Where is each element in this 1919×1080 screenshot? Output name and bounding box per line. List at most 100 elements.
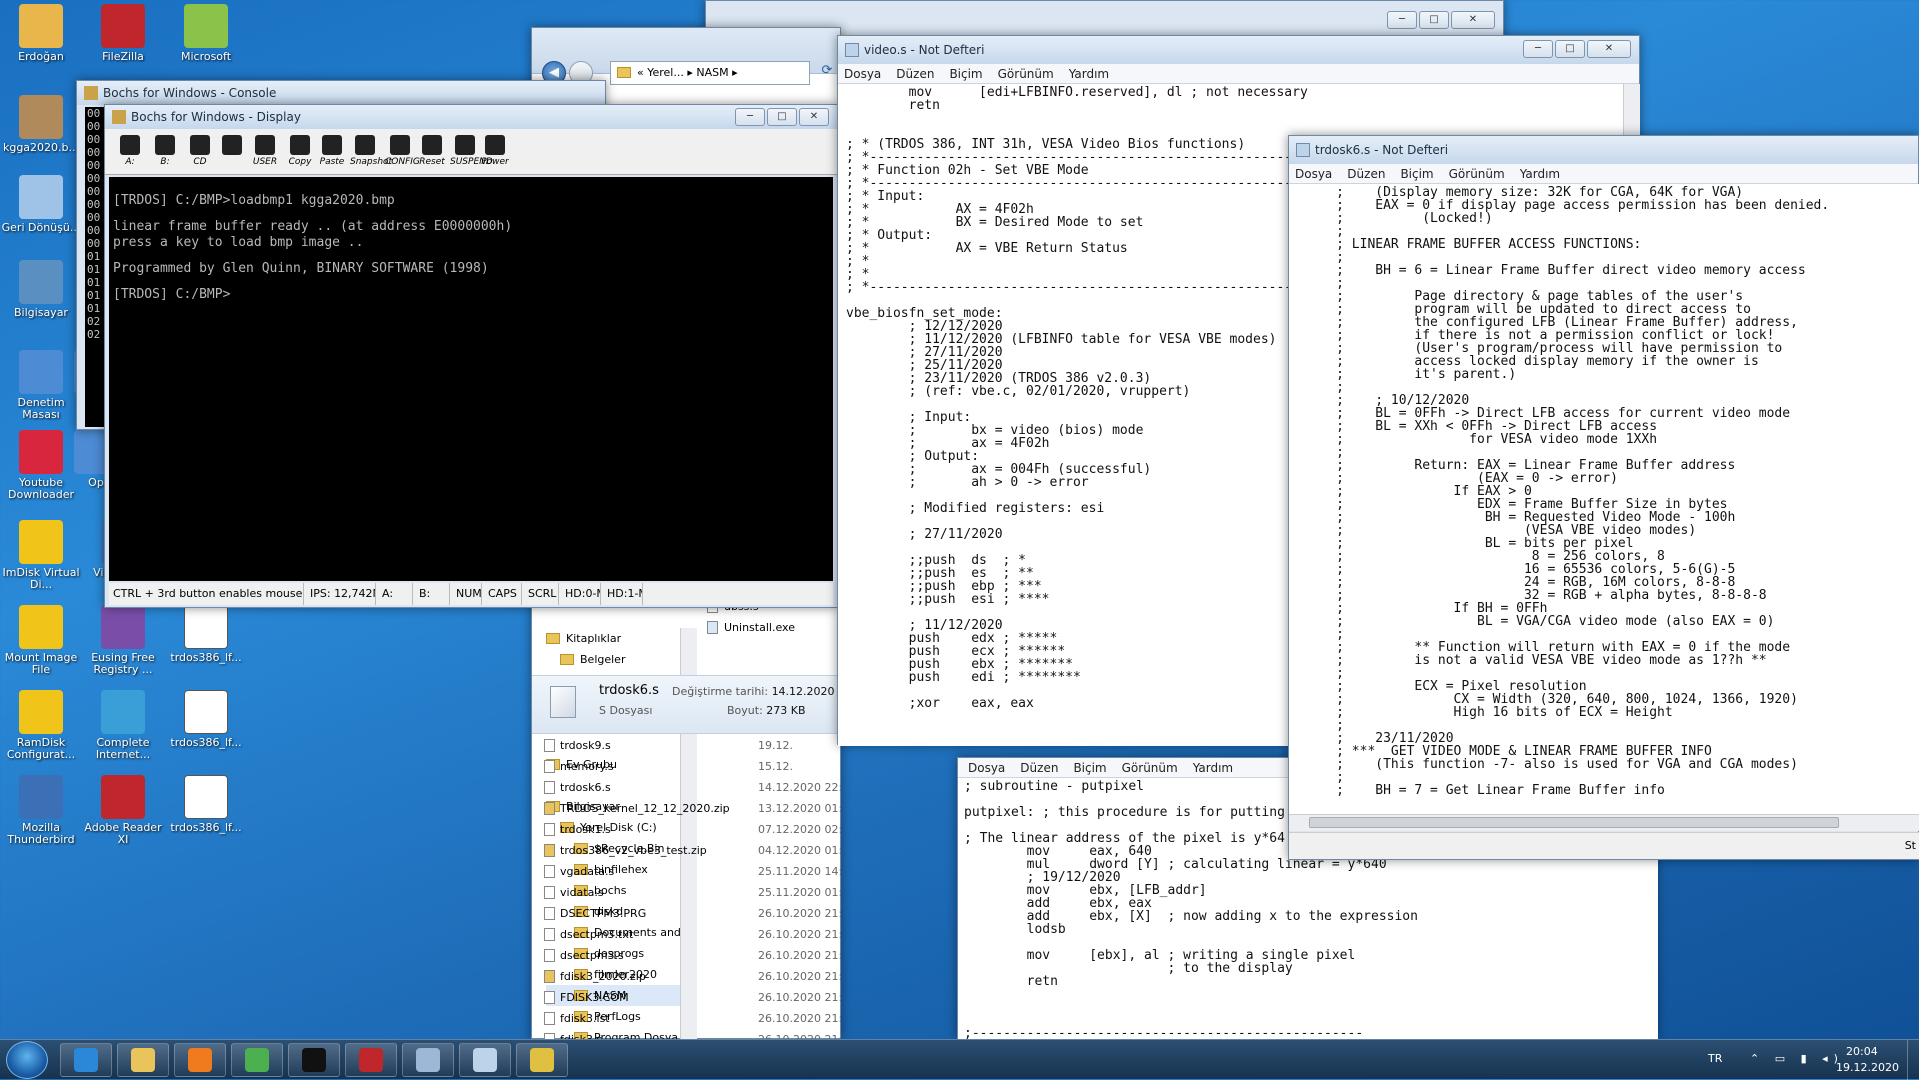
- toolbar-button[interactable]: Reset: [417, 133, 447, 171]
- menu-item[interactable]: Düzen: [896, 67, 934, 81]
- toolbar-button[interactable]: CONFIG: [385, 133, 420, 171]
- clock-time[interactable]: 20:04: [1846, 1045, 1878, 1058]
- taskbar-app-button[interactable]: [402, 1043, 454, 1077]
- window-titlebar[interactable]: Bochs for Windows - Display ─ □ ✕: [105, 105, 837, 129]
- nav-item[interactable]: Kitaplıklar: [546, 628, 680, 649]
- toolbar-button[interactable]: Paste: [317, 133, 347, 171]
- file-row[interactable]: vidata.s25.11.2020 01:28S Dosy: [532, 882, 842, 903]
- toolbar-button[interactable]: [217, 133, 247, 171]
- desktop-icon[interactable]: Eusing Free Registry ...: [82, 605, 164, 676]
- show-desktop-button[interactable]: [1907, 1040, 1919, 1080]
- menu-item[interactable]: Yardım: [1520, 167, 1560, 181]
- nav-item[interactable]: Belgeler: [546, 649, 680, 670]
- taskbar-app-button[interactable]: [459, 1043, 511, 1077]
- emulator-screen[interactable]: [TRDOS] C:/BMP>loadbmp1 kgga2020.bmp line…: [109, 177, 833, 581]
- desktop-icon[interactable]: kgga2020.b...: [0, 95, 82, 154]
- maximize-button[interactable]: □: [1555, 40, 1585, 58]
- file-row[interactable]: TRDOS_kernel_12_12_2020.zip 13.12.2020 01…: [532, 798, 842, 819]
- screen-line: linear frame buffer ready .. (at address…: [113, 219, 513, 234]
- menu-item[interactable]: Dosya: [968, 761, 1005, 775]
- scrollbar-thumb[interactable]: [1309, 817, 1839, 828]
- refresh-icon[interactable]: ⟳: [817, 63, 837, 83]
- menu-item[interactable]: Görünüm: [1122, 761, 1178, 775]
- window-titlebar[interactable]: Bochs for Windows - Console: [77, 81, 605, 105]
- menu-item[interactable]: Dosya: [844, 67, 881, 81]
- toolbar-button[interactable]: Copy: [285, 133, 315, 171]
- window-titlebar[interactable]: video.s - Not Defteri ─ □ ✕: [838, 36, 1639, 64]
- menu-item[interactable]: Biçim: [1400, 167, 1433, 181]
- menu-item[interactable]: Yardım: [1069, 67, 1109, 81]
- menu-item[interactable]: Görünüm: [1449, 167, 1505, 181]
- close-button[interactable]: ✕: [1451, 11, 1495, 29]
- toolbar-button[interactable]: Power: [480, 133, 510, 171]
- desktop-icon[interactable]: Bilgisayar: [0, 260, 82, 319]
- language-indicator[interactable]: TR: [1708, 1052, 1722, 1065]
- taskbar-app-button[interactable]: [288, 1043, 340, 1077]
- window-titlebar[interactable]: trdosk6.s - Not Defteri: [1289, 136, 1918, 164]
- toolbar-button[interactable]: USER: [250, 133, 280, 171]
- address-crumb[interactable]: « Yerel...: [637, 66, 684, 79]
- menu-item[interactable]: Yardım: [1193, 761, 1233, 775]
- address-bar[interactable]: « Yerel... ▸ NASM ▸: [610, 61, 810, 85]
- close-button[interactable]: ✕: [799, 108, 829, 126]
- start-button[interactable]: [6, 1041, 48, 1079]
- horizontal-scrollbar[interactable]: [1289, 814, 1919, 831]
- maximize-button[interactable]: □: [767, 108, 797, 126]
- menu-item[interactable]: Düzen: [1347, 167, 1385, 181]
- toolbar-button[interactable]: CD: [185, 133, 215, 171]
- clock-date[interactable]: 19.12.2020: [1836, 1061, 1899, 1074]
- file-row[interactable]: trdos386_v2_vbe3_test.zip 04.12.2020 01:4…: [532, 840, 842, 861]
- toolbar-button[interactable]: B:: [150, 133, 180, 171]
- taskbar-app-button[interactable]: [60, 1043, 112, 1077]
- file-row[interactable]: fdisk3.lst26.10.2020 21:00LST Do: [532, 1008, 842, 1029]
- file-row[interactable]: memory.s 15.12.: [532, 756, 842, 777]
- file-row[interactable]: trdosk6.s14.12.2020 22:55S Dosy: [532, 777, 842, 798]
- desktop-icon[interactable]: Erdoğan: [0, 4, 82, 63]
- desktop-icon[interactable]: Complete Internet...: [82, 690, 164, 761]
- file-row[interactable]: dsectpm3.s26.10.2020 21:37S Dosy: [532, 945, 842, 966]
- file-row[interactable]: trdosk1.s07.12.2020 02:13S Dosy: [532, 819, 842, 840]
- minimize-button[interactable]: ─: [735, 108, 765, 126]
- notepad-trdosk6-window[interactable]: trdosk6.s - Not Defteri Dosya Düzen Biçim G…: [1288, 135, 1919, 860]
- desktop-icon[interactable]: FileZilla: [82, 4, 164, 63]
- desktop-icon[interactable]: trdos386_lf...: [165, 605, 247, 664]
- file-row[interactable]: fdisk3_2020.zip26.10.2020 21:00Sıkıştı: [532, 966, 842, 987]
- bochs-display-window[interactable]: Bochs for Windows - Display ─ □ ✕ A: B: CD US…: [104, 104, 838, 608]
- maximize-button[interactable]: □: [1419, 11, 1449, 29]
- menu-item[interactable]: Biçim: [1073, 761, 1106, 775]
- menu-item[interactable]: Dosya: [1295, 167, 1332, 181]
- desktop-icon[interactable]: RamDisk Configurat...: [0, 690, 82, 761]
- desktop-icon[interactable]: trdos386_lf...: [165, 690, 247, 749]
- close-button[interactable]: ✕: [1587, 40, 1631, 58]
- toolbar-button[interactable]: Snapshot: [350, 133, 392, 171]
- tray-icons[interactable]: ⌃ ▭ ▮ ◂): [1750, 1052, 1844, 1065]
- minimize-button[interactable]: ─: [1387, 11, 1417, 29]
- file-row[interactable]: dsectpm3.txt26.10.2020 21:37Metin: [532, 924, 842, 945]
- desktop-icon[interactable]: ImDisk Virtual Di...: [0, 520, 82, 591]
- file-row[interactable]: trdosk9.s 19.12.: [532, 735, 842, 756]
- desktop-icon[interactable]: Microsoft: [165, 4, 247, 63]
- toolbar-button[interactable]: SUSPEND: [450, 133, 493, 171]
- desktop-icon[interactable]: Mount Image File: [0, 605, 82, 676]
- file-item[interactable]: Uninstall.exe: [707, 617, 842, 638]
- taskbar-app-button[interactable]: [174, 1043, 226, 1077]
- taskbar-app-button[interactable]: [117, 1043, 169, 1077]
- desktop-icon[interactable]: trdos386_lf...: [165, 775, 247, 834]
- file-row[interactable]: DSECTPM3.PRG26.10.2020 21:37PRG D: [532, 903, 842, 924]
- address-crumb[interactable]: NASM: [696, 66, 728, 79]
- desktop-icon[interactable]: Mozilla Thunderbird: [0, 775, 82, 846]
- menu-item[interactable]: Biçim: [949, 67, 982, 81]
- file-list[interactable]: trdosk9.s 19.12. memory.s 15.12. trdosk6.s 14…: [532, 735, 842, 1040]
- menu-item[interactable]: Görünüm: [998, 67, 1054, 81]
- taskbar-app-button[interactable]: [231, 1043, 283, 1077]
- text-editor[interactable]: ; (Display memory size: 32K for CGA, 64K…: [1289, 184, 1919, 814]
- toolbar-button[interactable]: A:: [115, 133, 145, 171]
- taskbar-app-button[interactable]: [516, 1043, 568, 1077]
- taskbar-app-button[interactable]: [345, 1043, 397, 1077]
- desktop-icon[interactable]: Geri Dönüşü...: [0, 175, 82, 234]
- file-row[interactable]: vgadata.s25.11.2020 14:39S Dosy: [532, 861, 842, 882]
- file-row[interactable]: FDISK3.COM26.10.2020 21:00MS-DC: [532, 987, 842, 1008]
- menu-item[interactable]: Düzen: [1020, 761, 1058, 775]
- desktop-icon[interactable]: Adobe Reader XI: [82, 775, 164, 846]
- minimize-button[interactable]: ─: [1523, 40, 1553, 58]
